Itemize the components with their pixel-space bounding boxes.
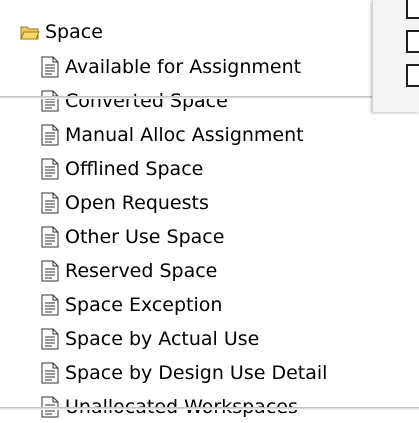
popup-checkbox[interactable]	[406, 30, 419, 53]
document-icon	[40, 192, 60, 214]
overlapping-popup-panel	[372, 0, 419, 112]
document-icon	[40, 90, 60, 112]
tree-item-other-use-space[interactable]: Other Use Space	[40, 220, 224, 254]
document-icon	[40, 124, 60, 146]
report-tree: Space Available for Assignment Converted…	[0, 0, 419, 423]
document-icon	[40, 260, 60, 282]
tree-item-label: Other Use Space	[65, 225, 225, 248]
popup-checkbox[interactable]	[406, 64, 419, 87]
tree-item-space-exception[interactable]: Space Exception	[40, 288, 222, 322]
tree-item-label: Offlined Space	[65, 157, 204, 180]
document-icon	[40, 158, 60, 180]
popup-checkbox[interactable]	[406, 0, 419, 19]
tree-item-offlined-space[interactable]: Offlined Space	[40, 152, 203, 186]
document-icon	[40, 362, 60, 384]
tree-item-label: Open Requests	[65, 191, 209, 214]
tree-item-converted-space[interactable]: Converted Space	[40, 84, 228, 118]
document-icon	[40, 328, 60, 350]
tree-item-label: Space by Design Use Detail	[65, 361, 328, 384]
tree-item-open-requests[interactable]: Open Requests	[40, 186, 209, 220]
tree-item-label: Converted Space	[65, 89, 228, 112]
tree-item-label: Available for Assignment	[65, 55, 302, 78]
tree-item-reserved-space[interactable]: Reserved Space	[40, 254, 217, 288]
tree-item-label: Manual Alloc Assignment	[65, 123, 304, 146]
tree-item-label: Space by Actual Use	[65, 327, 260, 350]
tree-item-space-by-design-use-detail[interactable]: Space by Design Use Detail	[40, 356, 327, 390]
tree-item-label: Reserved Space	[65, 259, 218, 282]
popup-bottom-shadow	[0, 96, 372, 99]
tree-item-label: Space Exception	[65, 293, 223, 316]
tree-item-manual-alloc-assignment[interactable]: Manual Alloc Assignment	[40, 118, 304, 152]
document-icon	[40, 56, 60, 78]
document-icon	[40, 226, 60, 248]
tree-item-space-by-actual-use[interactable]: Space by Actual Use	[40, 322, 259, 356]
panel-bottom-shadow	[0, 407, 419, 410]
document-icon	[40, 294, 60, 316]
tree-item-available-for-assignment[interactable]: Available for Assignment	[40, 50, 301, 84]
